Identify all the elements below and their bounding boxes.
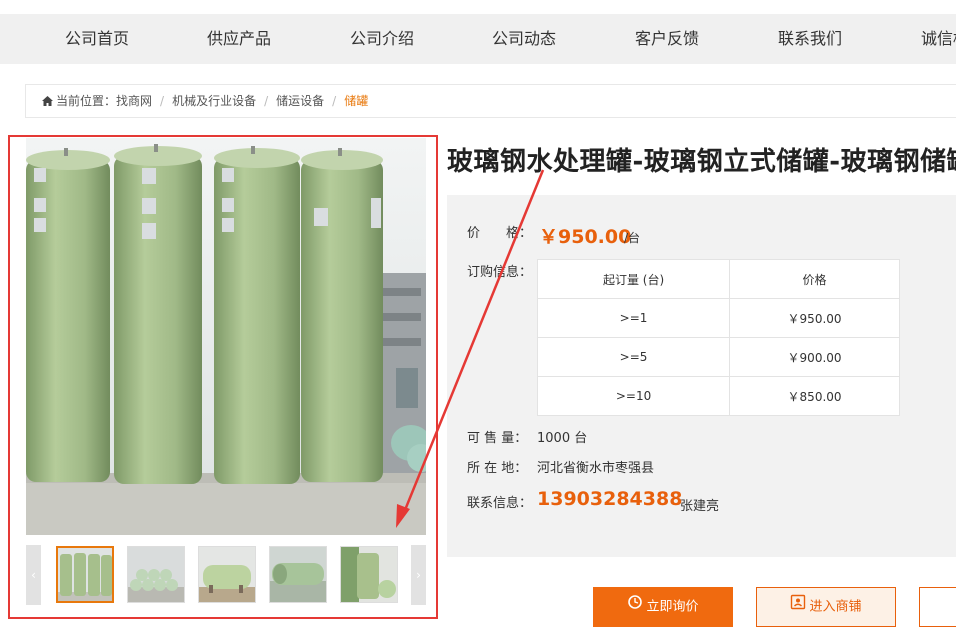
nav-about[interactable]: 公司介绍	[350, 14, 414, 64]
thumbnail-1[interactable]	[56, 546, 114, 603]
nav-contact[interactable]: 联系我们	[778, 14, 842, 64]
tier-price: ￥850.00	[729, 376, 900, 416]
price-label: 价 格：	[467, 226, 533, 241]
inquire-label: 立即询价	[646, 599, 699, 615]
table-row: >=5 ￥900.00	[536, 337, 900, 377]
thumbnail-5[interactable]	[340, 546, 398, 603]
thumbnail-4[interactable]	[269, 546, 327, 603]
tier-qty: >=1	[536, 298, 731, 338]
product-title: 玻璃钢水处理罐-玻璃钢立式储罐-玻璃钢储罐	[447, 147, 956, 177]
tier-price: ￥950.00	[729, 298, 900, 338]
tier-qty: >=5	[536, 337, 731, 377]
phone-number[interactable]: 13903284388	[537, 488, 682, 510]
nav-news[interactable]: 公司动态	[492, 14, 556, 64]
home-icon	[42, 86, 53, 118]
breadcrumb-prefix: 当前位置：	[56, 94, 117, 108]
breadcrumb-zhaoshang[interactable]: 找商网	[116, 94, 152, 108]
location-value: 河北省衡水市枣强县	[537, 461, 655, 476]
main-product-image[interactable]	[26, 138, 426, 535]
breadcrumb-machinery[interactable]: 机械及行业设备	[172, 94, 256, 108]
table-header-qty: 起订量 (台)	[536, 259, 731, 299]
table-header-price: 价格	[729, 259, 900, 299]
inquire-button[interactable]: 立即询价	[593, 587, 733, 627]
top-nav: 公司首页 供应产品 公司介绍 公司动态 客户反馈 联系我们 诚信档案	[0, 14, 956, 64]
table-row: >=1 ￥950.00	[536, 298, 900, 338]
contact-card-icon	[790, 588, 806, 626]
stock-label: 可 售 量：	[467, 431, 528, 446]
thumb-next-button[interactable]: ›	[411, 545, 426, 605]
breadcrumb-storage[interactable]: 储运设备	[276, 94, 324, 108]
enter-shop-button[interactable]: 进入商铺	[756, 587, 896, 627]
price-value: ￥950.00	[539, 226, 632, 248]
nav-products[interactable]: 供应产品	[207, 14, 271, 64]
nav-home[interactable]: 公司首页	[65, 14, 129, 64]
table-header-row: 起订量 (台) 价格	[536, 259, 900, 299]
breadcrumb: 当前位置：找商网 / 机械及行业设备 / 储运设备 / 储罐	[25, 84, 956, 118]
thumbnail-2[interactable]	[127, 546, 185, 603]
tier-price: ￥900.00	[729, 337, 900, 377]
contact-label: 联系信息：	[467, 496, 533, 511]
table-row: >=10 ￥850.00	[536, 376, 900, 416]
thumbnail-3[interactable]	[198, 546, 256, 603]
more-button[interactable]	[919, 587, 956, 627]
location-label: 所 在 地：	[467, 461, 528, 476]
thumbnail-strip: ‹ ›	[26, 545, 426, 605]
enter-shop-label: 进入商铺	[809, 599, 862, 615]
thumb-prev-button[interactable]: ‹	[26, 545, 41, 605]
breadcrumb-current: 储罐	[344, 94, 369, 108]
order-info-label: 订购信息：	[467, 265, 533, 280]
tier-qty: >=10	[536, 376, 731, 416]
refresh-icon	[627, 588, 643, 626]
stock-value: 1000 台	[537, 431, 588, 446]
price-unit: /台	[624, 231, 641, 245]
price-tier-table: 起订量 (台) 价格 >=1 ￥950.00 >=5 ￥900.00 >=10 …	[536, 259, 900, 416]
contact-name: 张建亮	[680, 499, 720, 514]
nav-credit[interactable]: 诚信档案	[921, 14, 956, 64]
nav-feedback[interactable]: 客户反馈	[635, 14, 699, 64]
